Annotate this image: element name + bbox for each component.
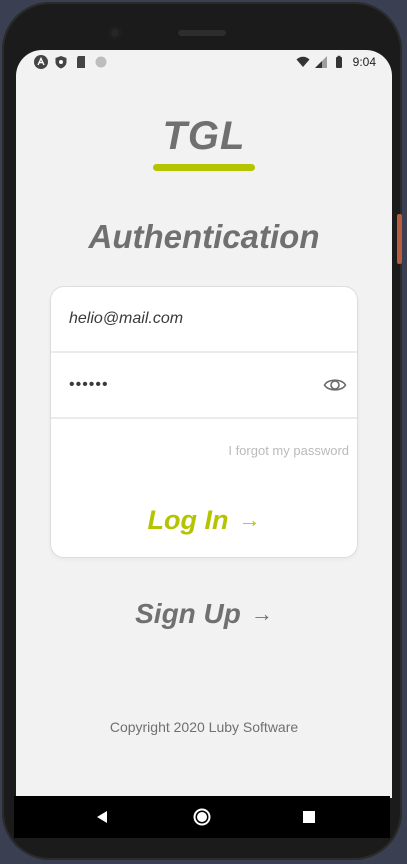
arrow-right-icon: →	[250, 601, 273, 626]
arrow-right-icon: →	[238, 507, 261, 532]
login-card: I forgot my password Log In →	[50, 286, 358, 558]
home-icon[interactable]	[192, 807, 212, 827]
sd-card-icon	[77, 56, 85, 68]
password-input[interactable]	[69, 353, 309, 417]
earpiece-speaker	[178, 30, 226, 36]
shield-icon	[55, 56, 67, 69]
front-camera	[108, 26, 122, 40]
copyright-text: Copyright 2020 Luby Software	[109, 719, 299, 735]
signup-label: Sign Up	[135, 598, 241, 629]
logo-underline	[153, 164, 255, 171]
app-logo: TGL	[162, 114, 246, 158]
battery-icon	[335, 55, 342, 68]
page-title: Authentication	[88, 218, 320, 255]
status-bar: 9:04	[16, 50, 392, 76]
side-button	[397, 214, 402, 264]
status-bar-left	[34, 55, 108, 69]
login-label: Log In	[147, 505, 229, 535]
signup-button[interactable]: Sign Up →	[16, 598, 392, 630]
recent-apps-icon[interactable]	[299, 807, 319, 827]
forgot-password-link[interactable]: I forgot my password	[228, 443, 349, 458]
eye-icon[interactable]	[323, 373, 347, 397]
email-field-container	[51, 287, 357, 353]
autofill-a-icon	[34, 55, 48, 69]
dot-icon	[95, 56, 107, 68]
app-screen: 9:04 TGL Authentication I forgot my pass…	[16, 50, 392, 798]
phone-frame: 9:04 TGL Authentication I forgot my pass…	[2, 2, 402, 860]
email-input[interactable]	[69, 287, 309, 351]
wifi-icon	[296, 56, 310, 67]
status-bar-right: 9:04	[296, 55, 376, 69]
back-icon[interactable]	[92, 807, 112, 827]
password-field-container	[51, 353, 357, 419]
signal-icon	[314, 56, 327, 68]
status-time: 9:04	[352, 55, 376, 69]
login-button[interactable]: Log In →	[51, 505, 357, 536]
android-nav-bar	[14, 796, 390, 838]
